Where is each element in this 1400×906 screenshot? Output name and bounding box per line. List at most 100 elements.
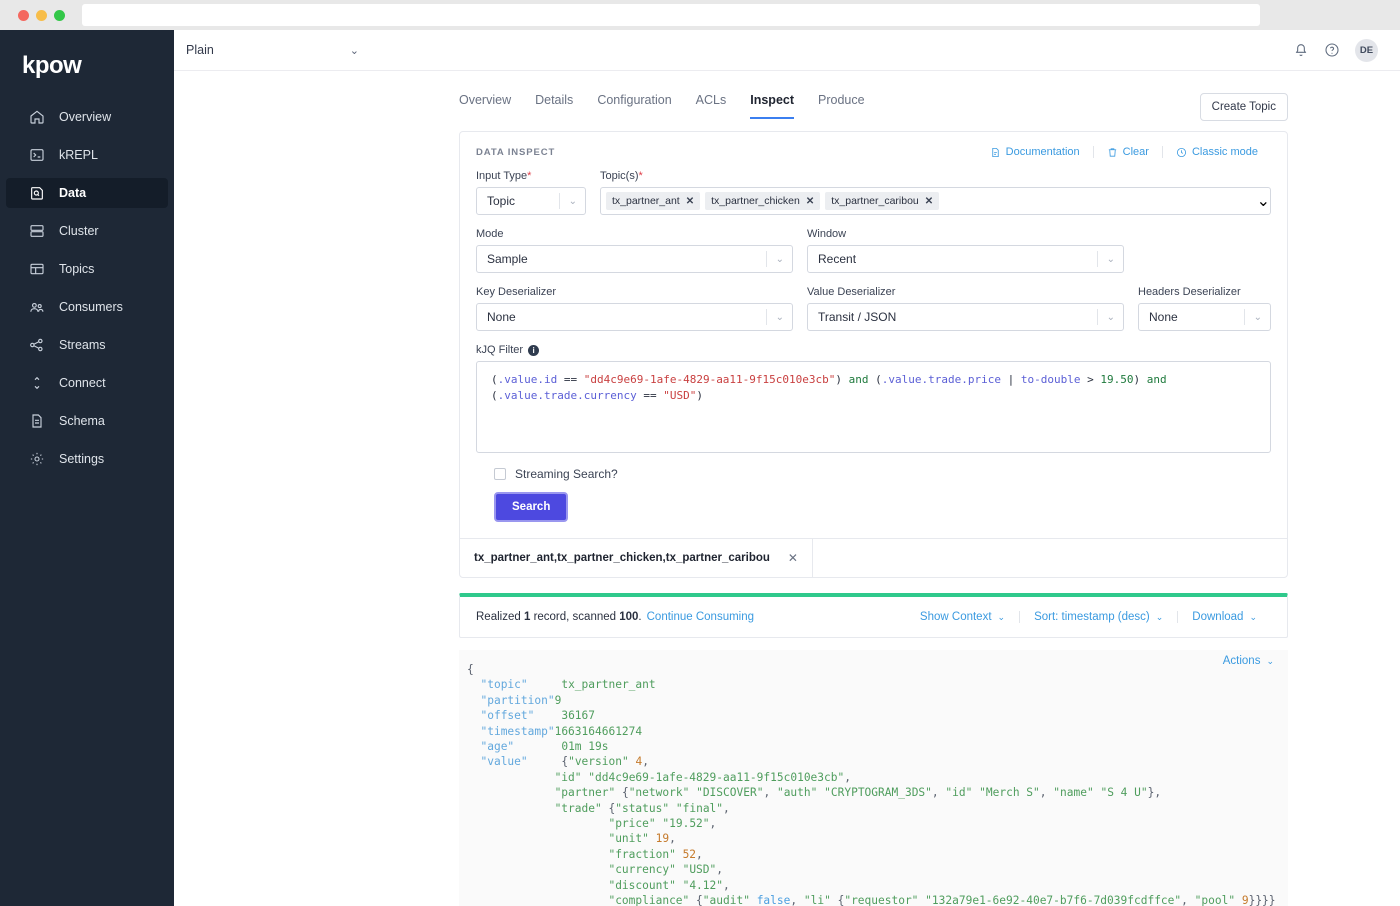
maximize-window-button[interactable] — [54, 9, 65, 21]
sidebar-item-topics[interactable]: Topics — [6, 254, 168, 284]
share-nodes-icon — [28, 337, 45, 354]
headers-deserializer-field: Headers Deserializer None ⌄ — [1138, 286, 1271, 331]
json-key-age: "age" — [480, 740, 515, 754]
sidebar-item-label: Consumers — [59, 300, 123, 314]
key-deserializer-select[interactable]: None ⌄ — [476, 303, 793, 331]
avatar[interactable]: DE — [1355, 38, 1378, 62]
server-icon — [28, 223, 45, 240]
sidebar-item-streams[interactable]: Streams — [6, 330, 168, 360]
tab-produce[interactable]: Produce — [818, 93, 865, 119]
trash-icon — [1108, 147, 1116, 157]
json-value-unit: 19 — [655, 832, 670, 846]
sidebar-item-label: Schema — [59, 414, 105, 428]
kjq-currency-literal: USD — [669, 388, 690, 402]
search-button[interactable]: Search — [494, 492, 569, 522]
content-scroll-area: Overview Details Configuration ACLs Insp… — [174, 71, 1400, 906]
topic-chip[interactable]: tx_partner_ant ✕ — [606, 192, 701, 210]
close-tab-icon[interactable]: ✕ — [788, 551, 798, 565]
value-deserializer-value: Transit / JSON — [818, 310, 897, 324]
streaming-search-label: Streaming Search? — [515, 467, 618, 481]
sidebar-item-cluster[interactable]: Cluster — [6, 216, 168, 246]
topics-multiselect[interactable]: tx_partner_ant ✕ tx_partner_chicken ✕ tx_p… — [600, 187, 1271, 215]
results-status-suffix: . — [638, 611, 642, 623]
sidebar-item-overview[interactable]: Overview — [6, 102, 168, 132]
continue-consuming-link[interactable]: Continue Consuming — [647, 611, 754, 623]
streaming-search-checkbox[interactable] — [494, 468, 506, 480]
sort-dropdown[interactable]: Sort: timestamp (desc) ⌄ — [1019, 611, 1177, 623]
sidebar-item-settings[interactable]: Settings — [6, 444, 168, 474]
download-dropdown[interactable]: Download ⌄ — [1177, 611, 1271, 623]
sidebar: kpow Overview kREPL Data Cluster Topics … — [0, 30, 174, 906]
window-field: Window Recent ⌄ — [807, 228, 1124, 273]
minimize-window-button[interactable] — [36, 9, 47, 21]
results-status-mid: record, scanned — [533, 611, 617, 623]
chevron-down-icon: ⌄ — [568, 195, 577, 207]
data-search-icon — [28, 185, 45, 202]
json-key-value: "value" — [480, 755, 528, 769]
scanned-count: 100 — [619, 611, 639, 623]
chevron-down-icon: ⌄ — [1249, 611, 1257, 622]
show-context-dropdown[interactable]: Show Context ⌄ — [906, 611, 1019, 623]
info-icon[interactable]: i — [528, 344, 540, 356]
create-topic-button[interactable]: Create Topic — [1199, 93, 1288, 121]
cluster-selector[interactable]: Plain ⌄ — [174, 43, 359, 57]
terminal-icon — [28, 147, 45, 164]
classic-mode-link[interactable]: Classic mode — [1161, 146, 1271, 158]
json-value-price: 19.52 — [669, 817, 703, 831]
json-value-partner-id: Merch S — [985, 786, 1034, 800]
topic-chip-label: tx_partner_caribou — [831, 195, 919, 207]
kjq-filter-field: kJQ Filter i (.value.id == "dd4c9e69-1af… — [476, 344, 1271, 453]
key-deserializer-field: Key Deserializer None ⌄ — [476, 286, 793, 331]
json-value-pool: 9 — [1241, 894, 1249, 906]
remove-chip-icon[interactable]: ✕ — [925, 196, 933, 207]
window-select[interactable]: Recent ⌄ — [807, 245, 1124, 273]
topic-chip[interactable]: tx_partner_chicken ✕ — [705, 192, 821, 210]
topics-label-text: Topic(s) — [600, 170, 639, 182]
kjq-filter-editor[interactable]: (.value.id == "dd4c9e69-1afe-4829-aa11-9… — [476, 361, 1271, 453]
topbar-icons: DE — [1293, 38, 1378, 62]
sidebar-item-consumers[interactable]: Consumers — [6, 292, 168, 322]
help-circle-icon[interactable] — [1324, 42, 1340, 58]
documentation-link[interactable]: Documentation — [977, 146, 1093, 158]
input-type-label-text: Input Type — [476, 170, 528, 182]
tab-acls[interactable]: ACLs — [696, 93, 727, 119]
json-value-currency: USD — [689, 863, 710, 877]
address-bar[interactable] — [82, 4, 1260, 26]
card-header: DATA INSPECT Documentation Clear Classic… — [476, 146, 1271, 170]
kjq-price-threshold: 19.50 — [1100, 373, 1134, 386]
sidebar-item-krepl[interactable]: kREPL — [6, 140, 168, 170]
close-window-button[interactable] — [18, 9, 29, 21]
tab-overview[interactable]: Overview — [459, 93, 511, 119]
tab-configuration[interactable]: Configuration — [597, 93, 671, 119]
remove-chip-icon[interactable]: ✕ — [686, 196, 694, 207]
input-type-select[interactable]: Topic ⌄ — [476, 187, 586, 215]
document-icon — [992, 147, 999, 157]
sidebar-item-label: Data — [59, 186, 87, 200]
bell-icon[interactable] — [1293, 42, 1309, 58]
sidebar-item-connect[interactable]: Connect — [6, 368, 168, 398]
value-deserializer-select[interactable]: Transit / JSON ⌄ — [807, 303, 1124, 331]
sidebar-item-schema[interactable]: Schema — [6, 406, 168, 436]
json-value-timestamp: 1663164661274 — [554, 724, 643, 738]
clear-link[interactable]: Clear — [1092, 146, 1162, 158]
actions-dropdown[interactable]: Actions ⌄ — [1223, 655, 1274, 667]
headers-deserializer-select[interactable]: None ⌄ — [1138, 303, 1271, 331]
tab-details[interactable]: Details — [535, 93, 573, 119]
topic-chip-label: tx_partner_ant — [612, 195, 680, 207]
chevron-down-icon: ⌄ — [349, 44, 359, 57]
remove-chip-icon[interactable]: ✕ — [806, 196, 814, 207]
sidebar-item-data[interactable]: Data — [6, 178, 168, 208]
data-inspect-card: DATA INSPECT Documentation Clear Classic… — [459, 131, 1288, 578]
mode-select[interactable]: Sample ⌄ — [476, 245, 793, 273]
document-icon — [28, 413, 45, 430]
tab-inspect[interactable]: Inspect — [750, 93, 795, 119]
record-json-view[interactable]: { "topic" tx_partner_ant "partition"9 "o… — [459, 650, 1288, 906]
result-tab[interactable]: tx_partner_ant,tx_partner_chicken,tx_par… — [460, 539, 813, 577]
sidebar-item-label: Settings — [59, 452, 105, 466]
form-row-deserializers: Key Deserializer None ⌄ Value Deserializ… — [476, 286, 1271, 331]
top-bar: Plain ⌄ DE — [174, 30, 1400, 71]
chevron-down-icon: ⌄ — [1253, 311, 1262, 323]
topic-chip[interactable]: tx_partner_caribou ✕ — [825, 192, 940, 210]
chevron-down-icon: ⌄ — [1106, 253, 1115, 265]
headers-deserializer-value: None — [1149, 310, 1178, 324]
